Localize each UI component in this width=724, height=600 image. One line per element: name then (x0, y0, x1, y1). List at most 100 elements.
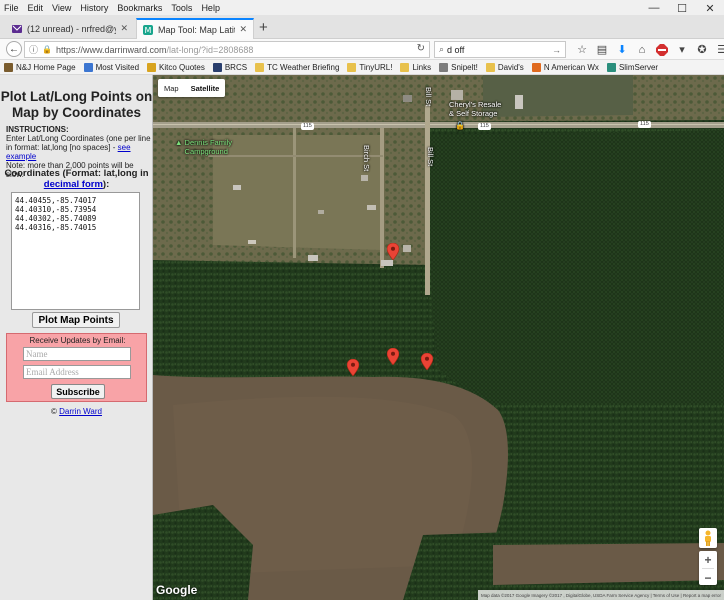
road-115-shield: 115 (478, 123, 491, 130)
minimize-button[interactable]: — (640, 0, 668, 16)
zoom-out-button[interactable]: − (699, 569, 717, 586)
bookmark-item[interactable]: TinyURL! (347, 62, 392, 72)
reload-icon[interactable]: ↻ (417, 43, 425, 54)
coordinates-heading: Coordinates (Format: lat,long in decimal… (2, 168, 151, 190)
menu-history[interactable]: History (80, 3, 108, 13)
bookmark-item[interactable]: TC Weather Briefing (255, 62, 339, 72)
close-window-button[interactable]: ✕ (696, 0, 724, 16)
subscribe-heading: Receive Updates by Email: (29, 336, 126, 345)
map-tool-icon: M (143, 24, 153, 35)
url-path: /lat-long/?id=2808688 (166, 44, 254, 55)
hamburger-menu-icon[interactable]: ☰ (712, 41, 724, 58)
bookmark-label: Links (412, 62, 432, 72)
search-go-icon[interactable]: → (552, 45, 561, 55)
zoom-in-button[interactable]: + (699, 551, 717, 568)
lock-icon: 🔒 (42, 45, 52, 54)
info-icon[interactable]: ⓘ (29, 43, 38, 56)
bookmark-favicon-icon (531, 62, 541, 72)
url-host: https://www.darrinward.com (55, 44, 167, 55)
bookmark-item[interactable]: Snipelt! (439, 62, 478, 72)
map-attribution: Map data ©2017 Google Imagery ©2017 , Di… (478, 590, 724, 600)
email-field[interactable] (23, 365, 131, 379)
menu-view[interactable]: View (52, 3, 71, 13)
campground-text: Dennis Family Campground (184, 138, 233, 156)
satellite-imagery (153, 75, 724, 600)
maximize-button[interactable]: ☐ (668, 0, 696, 16)
back-button[interactable]: ← (6, 41, 22, 57)
bookmark-item[interactable]: BRCS (212, 62, 248, 72)
adblock-icon[interactable] (652, 41, 672, 58)
map-marker-2[interactable] (387, 348, 399, 365)
street-view-pegman-icon[interactable] (699, 528, 717, 548)
bookmark-favicon-icon (4, 62, 13, 72)
tool-panel: Plot Lat/Long Points on Map by Coordinat… (0, 75, 153, 600)
menu-edit[interactable]: Edit (28, 3, 44, 13)
bookmark-label: N American Wx (543, 62, 599, 72)
zoom-control: + − (699, 551, 717, 585)
map-marker-3[interactable] (347, 359, 359, 376)
close-tab-icon[interactable]: ✕ (239, 24, 247, 35)
bookmark-favicon-icon (147, 62, 157, 72)
name-field[interactable] (23, 347, 131, 361)
menu-help[interactable]: Help (201, 3, 220, 13)
menu-bookmarks[interactable]: Bookmarks (117, 3, 162, 13)
close-tab-icon[interactable]: ✕ (120, 23, 128, 34)
bookmark-label: David's (497, 62, 524, 72)
birch-st-label: Birch St (362, 145, 371, 172)
road-115-shield: 115 (638, 121, 651, 128)
bookmark-item[interactable]: David's (485, 62, 524, 72)
bookmark-favicon-icon (83, 62, 93, 72)
download-icon[interactable]: ⬇ (612, 41, 632, 58)
bookmark-favicon-icon (439, 62, 449, 72)
copyright-symbol: © (51, 407, 57, 416)
tab-map-tool[interactable]: M Map Tool: Map Latitude L... ✕ (136, 18, 254, 39)
url-bar[interactable]: ⓘ 🔒 https://www.darrinward.com/lat-long/… (24, 41, 430, 58)
coordinates-textarea[interactable] (11, 192, 140, 310)
menu-tools[interactable]: Tools (171, 3, 192, 13)
new-tab-button[interactable]: + (259, 19, 268, 36)
bookmark-item[interactable]: Links (400, 62, 432, 72)
bookmark-label: N&J Home Page (16, 62, 76, 72)
search-icon: ⌕ (439, 44, 445, 54)
bookmark-item[interactable]: Kitco Quotes (147, 62, 205, 72)
bookmark-item[interactable]: SlimServer (606, 62, 658, 72)
copyright-credit: © Darrin Ward (0, 407, 153, 416)
coordinates-heading-text: Coordinates (Format: lat,long in (4, 168, 149, 179)
campground-label[interactable]: ▲ Dennis Family Campground (175, 138, 232, 156)
storage-pin-icon[interactable]: 🔒 (455, 121, 465, 130)
google-logo[interactable]: Google (156, 583, 197, 597)
decimal-form-link[interactable]: decimal form (44, 179, 103, 190)
campground-icon: ▲ (175, 138, 183, 147)
bookmark-item[interactable]: N American Wx (531, 62, 599, 72)
tab-yahoo-mail[interactable]: (12 unread) - nrfred@yah... ✕ (6, 18, 134, 39)
bookmark-favicon-icon (400, 62, 410, 72)
map-type-satellite-button[interactable]: Satellite (185, 79, 226, 97)
yahoo-mail-icon (12, 24, 22, 33)
more-icon[interactable]: ▾ (672, 41, 692, 58)
satellite-map[interactable]: Map Satellite ▲ Dennis Family Campground… (153, 75, 724, 600)
bookmark-label: BRCS (224, 62, 248, 72)
menu-file[interactable]: File (4, 3, 19, 13)
page-title: Plot Lat/Long Points on Map by Coordinat… (0, 89, 153, 120)
search-bar[interactable]: ⌕ d off → (434, 41, 566, 58)
road-115-shield: 115 (301, 123, 314, 130)
window-menubar: File Edit View History Bookmarks Tools H… (0, 0, 724, 15)
navigation-bar: ← ⓘ 🔒 https://www.darrinward.com/lat-lon… (0, 39, 724, 60)
map-marker-4[interactable] (421, 353, 433, 370)
map-type-map-button[interactable]: Map (158, 79, 185, 97)
storage-text: Cheryl's Resale & Self Storage (449, 100, 502, 118)
reading-list-icon[interactable]: ▤ (592, 41, 612, 58)
bookmark-item[interactable]: N&J Home Page (4, 62, 76, 72)
search-input[interactable]: d off (447, 45, 464, 55)
bookmark-label: Kitco Quotes (159, 62, 205, 72)
darrin-ward-link[interactable]: Darrin Ward (59, 407, 102, 416)
subscribe-box: Receive Updates by Email: Subscribe (6, 333, 147, 402)
plot-map-points-button[interactable]: Plot Map Points (32, 312, 120, 328)
bookmark-item[interactable]: Most Visited (83, 62, 139, 72)
subscribe-button[interactable]: Subscribe (51, 384, 105, 399)
extension-icon[interactable]: ✪ (692, 41, 712, 58)
map-marker-1[interactable] (387, 243, 399, 260)
bookmark-star-icon[interactable]: ☆ (572, 41, 592, 58)
storage-label[interactable]: Cheryl's Resale & Self Storage (449, 100, 501, 118)
home-icon[interactable]: ⌂ (632, 41, 652, 58)
